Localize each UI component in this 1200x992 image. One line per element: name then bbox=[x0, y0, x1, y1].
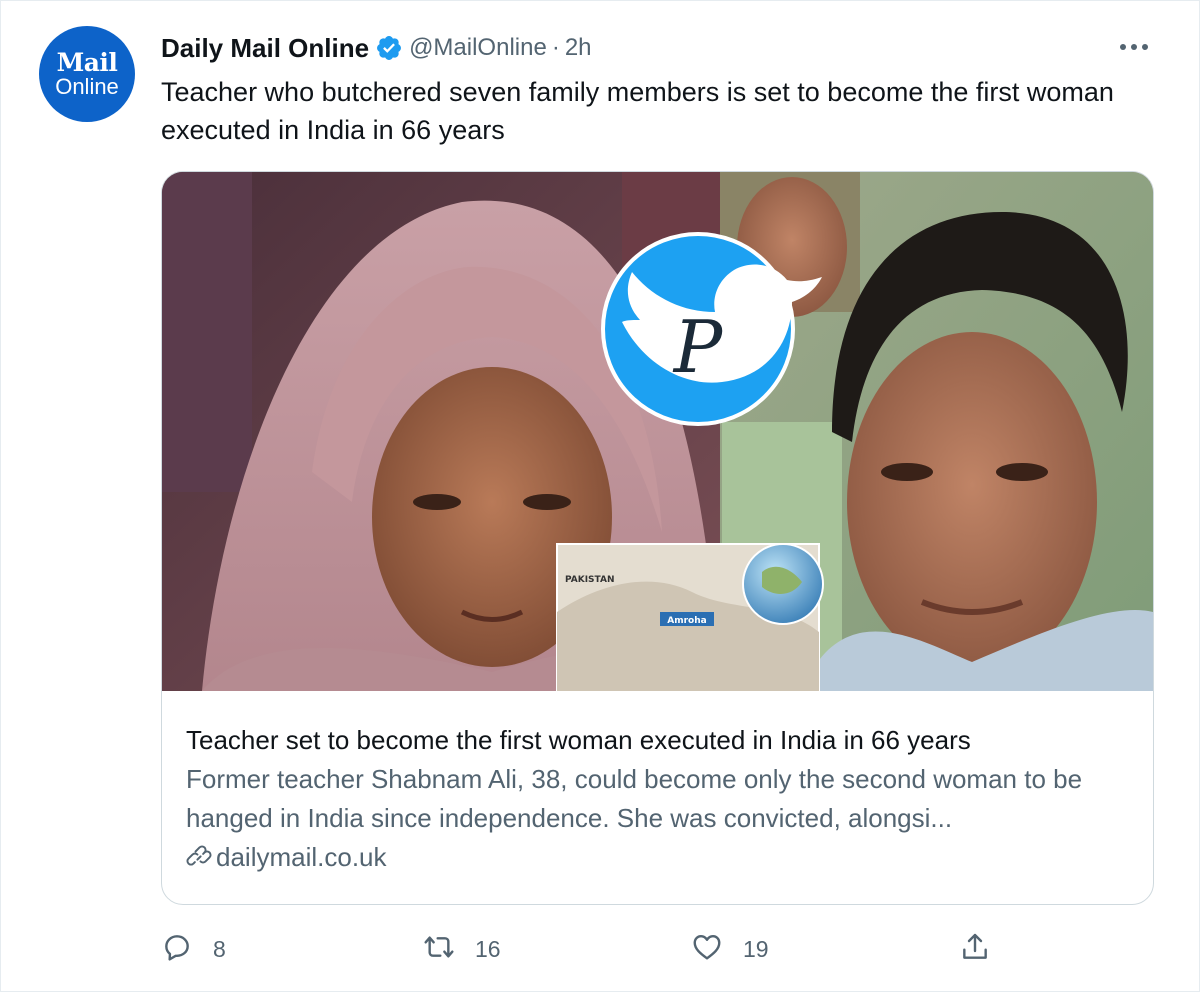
like-count: 19 bbox=[743, 935, 769, 962]
link-card[interactable]: P PAKISTAN Amroha Teacher set to become … bbox=[161, 171, 1154, 905]
display-name[interactable]: Daily Mail Online bbox=[161, 33, 369, 64]
timestamp[interactable]: 2h bbox=[565, 34, 592, 62]
heart-icon bbox=[691, 931, 723, 968]
reply-count: 8 bbox=[213, 935, 226, 962]
tweet-text: Teacher who butchered seven family membe… bbox=[161, 77, 1114, 145]
reply-button[interactable]: 8 bbox=[161, 927, 226, 971]
card-domain-text: dailymail.co.uk bbox=[216, 842, 387, 872]
link-icon bbox=[186, 844, 212, 871]
more-options-icon[interactable] bbox=[1114, 27, 1154, 67]
avatar-logo-line2: Online bbox=[55, 73, 119, 99]
handle[interactable]: @MailOnline bbox=[409, 34, 547, 62]
retweet-icon bbox=[423, 931, 455, 968]
tweet-actions: 8 16 19 bbox=[161, 927, 1001, 971]
watermark-letter: P bbox=[672, 305, 724, 389]
avatar[interactable]: Mail Online bbox=[39, 26, 135, 122]
card-image: P PAKISTAN Amroha bbox=[162, 172, 1153, 691]
card-description: Former teacher Shabnam Ali, 38, could be… bbox=[186, 764, 1083, 833]
map-label-town: Amroha bbox=[667, 616, 706, 626]
card-title: Teacher set to become the first woman ex… bbox=[186, 725, 971, 755]
share-button[interactable] bbox=[959, 927, 991, 971]
card-photo-collage: P PAKISTAN Amroha bbox=[162, 172, 1153, 691]
avatar-logo-line1: Mail bbox=[56, 47, 118, 77]
card-domain[interactable]: dailymail.co.uk bbox=[186, 838, 1136, 877]
tweet[interactable]: Mail Online Daily Mail Online @MailOnlin… bbox=[0, 0, 1200, 992]
retweet-count: 16 bbox=[475, 935, 501, 962]
retweet-button[interactable]: 16 bbox=[423, 927, 501, 971]
share-icon bbox=[959, 931, 991, 968]
card-info: Teacher set to become the first woman ex… bbox=[186, 721, 1136, 877]
map-label-country: PAKISTAN bbox=[565, 575, 614, 585]
like-button[interactable]: 19 bbox=[691, 927, 769, 971]
separator-dot: · bbox=[551, 34, 560, 61]
verified-badge-icon bbox=[375, 34, 403, 62]
tweet-header: Daily Mail Online @MailOnline · 2h bbox=[161, 31, 592, 65]
reply-icon bbox=[161, 931, 193, 968]
